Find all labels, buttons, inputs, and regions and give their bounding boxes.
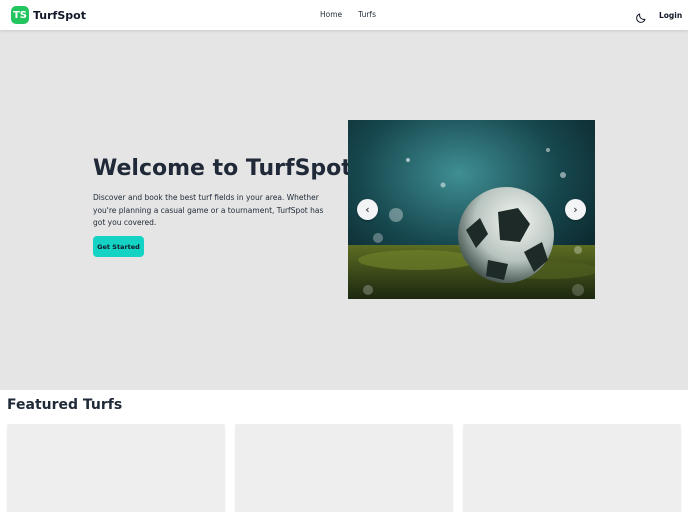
hero-carousel[interactable]: ‹ ›: [348, 120, 595, 299]
brand[interactable]: TS TurfSpot: [11, 6, 86, 24]
carousel-prev-button[interactable]: ‹: [357, 199, 378, 220]
turf-card[interactable]: [7, 424, 225, 512]
hero-section: Welcome to TurfSpot Discover and book th…: [0, 30, 688, 390]
nav-link-turfs[interactable]: Turfs: [358, 10, 376, 19]
turf-card[interactable]: [463, 424, 681, 512]
get-started-button[interactable]: Get Started: [93, 236, 144, 257]
login-button[interactable]: Login: [659, 11, 682, 20]
soccer-ball-image: [348, 120, 595, 299]
turf-card[interactable]: [235, 424, 453, 512]
carousel-next-button[interactable]: ›: [565, 199, 586, 220]
hero-description: Discover and book the best turf fields i…: [93, 193, 324, 227]
navbar: TS TurfSpot Home Turfs Login: [0, 0, 688, 30]
hero-title: Welcome to TurfSpot: [93, 156, 352, 181]
featured-turfs-title: Featured Turfs: [7, 397, 123, 413]
nav-links: Home Turfs: [320, 10, 392, 19]
nav-link-home[interactable]: Home: [320, 10, 342, 19]
moon-icon[interactable]: [635, 9, 647, 23]
brand-logo[interactable]: TS: [11, 6, 29, 24]
brand-name[interactable]: TurfSpot: [33, 9, 86, 22]
